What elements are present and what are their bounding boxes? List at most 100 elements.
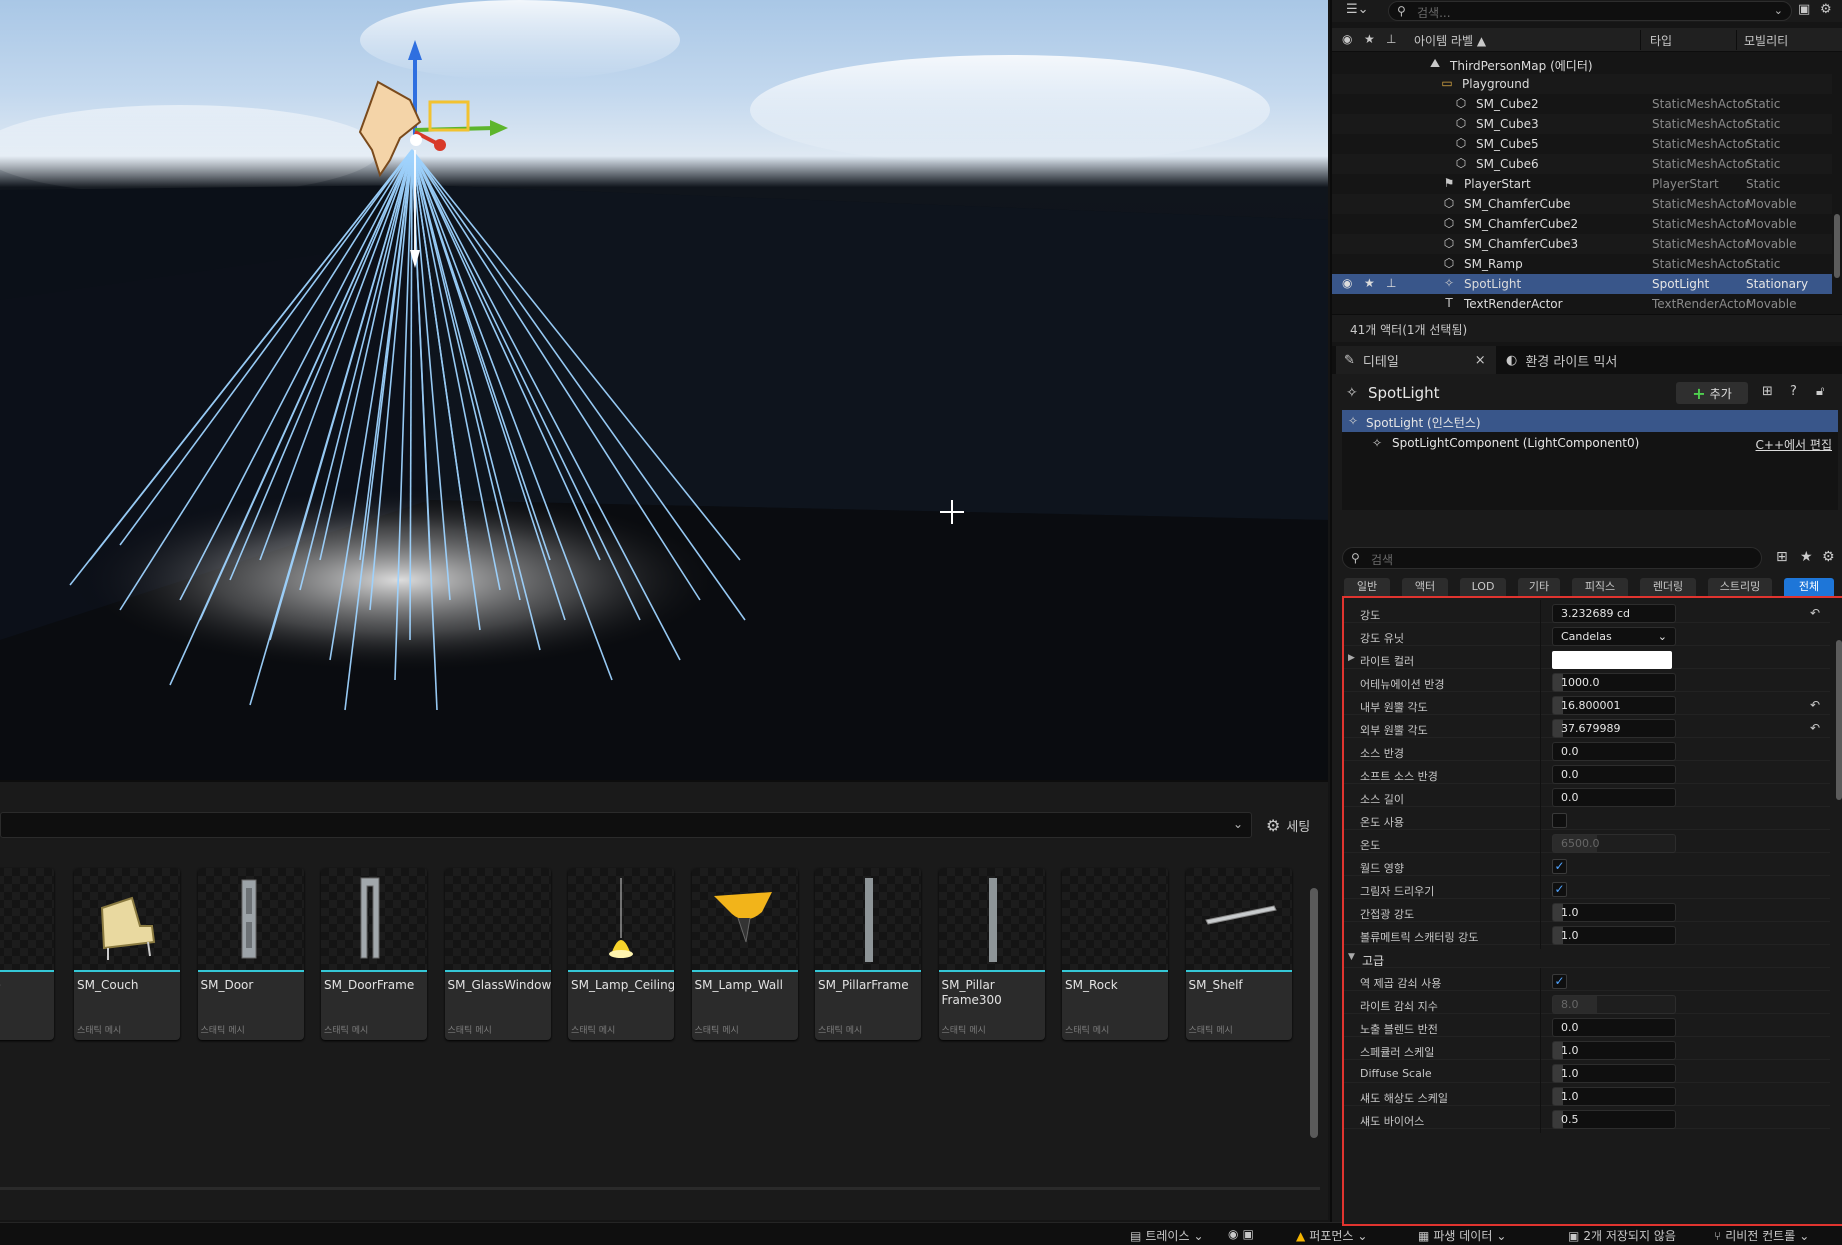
outliner-row[interactable]: ⬡ SM_ChamferCube StaticMeshActor Movable [1332,194,1832,214]
property-checkbox[interactable]: ✓ [1552,882,1567,897]
outliner-row[interactable]: ⬡ SM_Cube5 StaticMeshActor Static [1332,134,1832,154]
outliner-row[interactable]: ⬡ SM_ChamferCube3 StaticMeshActor Movabl… [1332,234,1832,254]
reset-to-default-icon[interactable]: ↶ [1810,721,1820,735]
asset-tile[interactable]: erFrame스태틱 메시 [0,868,54,1040]
derived-data-button[interactable]: ▦ 파생 데이터 ⌄ [1418,1227,1506,1244]
outliner-row[interactable]: ⬡ SM_Cube2 StaticMeshActor Static [1332,94,1832,114]
property-value-input[interactable]: 0.0 [1552,742,1676,761]
chevron-down-icon[interactable]: ⌄ [1233,817,1243,831]
outliner-row[interactable]: ⬡ SM_Cube6 StaticMeshActor Static [1332,154,1832,174]
category-tab[interactable]: 렌더링 [1640,578,1696,596]
gear-icon[interactable]: ⚙ [1820,2,1832,17]
details-search-input[interactable]: ⚲ 검색 [1342,547,1762,569]
asset-tile[interactable]: SM_Lamp_Wall 스태틱 메시 [691,868,798,1040]
property-value-input[interactable]: 3.232689 cd [1552,604,1676,623]
category-tab[interactable]: 일반 [1344,578,1390,596]
property-slider-input[interactable]: 37.679989 [1552,719,1676,738]
star-icon[interactable]: ★ [1800,549,1813,565]
category-tab[interactable]: LOD [1460,578,1506,596]
asset-tile[interactable]: SM_Door 스태틱 메시 [197,868,304,1040]
category-tab[interactable]: 기타 [1518,578,1560,596]
property-slider-input[interactable]: 1000.0 [1552,673,1676,692]
chevron-down-icon[interactable]: ⌄ [1774,4,1783,17]
close-icon[interactable]: × [1475,353,1486,368]
gizmo-x-handle[interactable] [434,139,446,151]
outliner-row[interactable]: ⬡ SM_Ramp StaticMeshActor Static [1332,254,1832,274]
folder-add-icon[interactable]: ▣ [1798,2,1810,17]
blueprint-icon[interactable]: ⊞ [1762,384,1773,399]
unsaved-button[interactable]: ▣ 2개 저장되지 않음 [1568,1227,1676,1244]
property-checkbox[interactable]: ✓ [1552,974,1567,989]
property-slider-input[interactable]: 1.0 [1552,1064,1676,1083]
mobility-column-header[interactable]: 모빌리티 [1744,32,1788,49]
edit-in-cpp-link[interactable]: C++에서 편집 [1756,436,1832,453]
asset-tile[interactable]: SM_Shelf 스태틱 메시 [1185,868,1292,1040]
outliner-search-input[interactable]: ⚲ 검색... ⌄ [1388,1,1792,21]
star-icon[interactable]: ★ [1364,276,1375,290]
outliner-row-selected[interactable]: ◉ ★ ⊥ ✧ SpotLight SpotLight Stationary [1332,274,1832,294]
table-view-icon[interactable]: ⊞ [1776,549,1788,565]
gizmo-center[interactable] [410,134,422,146]
category-tab[interactable]: 액터 [1402,578,1448,596]
property-slider-input[interactable]: 1.0 [1552,1087,1676,1106]
trace-button[interactable]: ▤ 트레이스 ⌄ [1130,1227,1204,1244]
property-slider-input[interactable]: 1.0 [1552,1041,1676,1060]
asset-tile[interactable]: SM_GlassWindow 스태틱 메시 [444,868,551,1040]
status-icons[interactable]: ◉ ▣ [1228,1227,1254,1241]
category-tab[interactable]: 피직스 [1572,578,1628,596]
reset-to-default-icon[interactable]: ↶ [1810,698,1820,712]
property-slider-input[interactable]: 1.0 [1552,926,1676,945]
gizmo-plane-handle[interactable] [428,100,470,132]
lock-icon[interactable]: 🔓︎ [1816,384,1824,399]
content-browser-settings-button[interactable]: ⚙ 세팅 [1266,812,1310,838]
performance-button[interactable]: ▲ 퍼포먼스 ⌄ [1296,1227,1367,1244]
component-row-spotlight-component[interactable]: ✧ SpotLightComponent (LightComponent0) C… [1342,432,1838,454]
property-value-input[interactable]: 0.0 [1552,765,1676,784]
category-tab[interactable]: 전체 [1784,578,1834,596]
outliner-scrollbar[interactable] [1834,214,1840,278]
pin-column-icon[interactable]: ⊥ [1386,32,1396,46]
type-column-header[interactable]: 타입 [1650,32,1672,49]
pin-icon[interactable]: ⊥ [1386,276,1396,290]
asset-tile[interactable]: SM_Lamp_Ceiling 스태틱 메시 [568,868,674,1040]
asset-tile[interactable]: SM_Couch 스태틱 메시 [74,868,180,1040]
outliner-row-map[interactable]: ⛰ ThirdPersonMap (에디터) [1332,54,1832,74]
property-value-input[interactable]: 0.0 [1552,1018,1676,1037]
add-component-button[interactable]: + 추가 [1676,382,1748,404]
asset-tile[interactable]: SM_PillarFrame 스태틱 메시 [815,868,921,1040]
property-value-input[interactable]: 0.0 [1552,788,1676,807]
content-browser-scrollbar[interactable] [1310,888,1318,1138]
outliner-row[interactable]: ⚑ PlayerStart PlayerStart Static [1332,174,1832,194]
outliner-row[interactable]: ⬡ SM_Cube3 StaticMeshActor Static [1332,114,1832,134]
properties-scrollbar[interactable] [1836,640,1842,800]
level-viewport[interactable] [0,0,1328,780]
star-column-icon[interactable]: ★ [1364,32,1375,46]
category-tab[interactable]: 스트리밍 [1708,578,1772,596]
eye-icon[interactable]: ◉ [1342,276,1352,290]
tab-details[interactable]: ✎ 디테일 × [1336,346,1496,374]
revision-control-button[interactable]: ⑂ 리비전 컨트롤 ⌄ [1714,1227,1809,1244]
outliner-row[interactable]: T TextRenderActor TextRenderActor Movabl… [1332,294,1832,310]
reset-to-default-icon[interactable]: ↶ [1810,606,1820,620]
property-slider-input[interactable]: 16.800001 [1552,696,1676,715]
component-row-instance[interactable]: ✧ SpotLight (인스턴스) [1342,410,1838,432]
outliner-row-folder[interactable]: ▭ Playground [1332,74,1832,94]
content-browser-horizontal-scrollbar[interactable] [0,1187,1320,1190]
property-slider-input[interactable]: 1.0 [1552,903,1676,922]
gear-icon[interactable]: ⚙ [1822,549,1835,565]
property-checkbox[interactable]: ✓ [1552,859,1567,874]
color-swatch[interactable] [1552,651,1672,669]
tab-env-light-mixer[interactable]: ◐ 환경 라이트 믹서 [1498,346,1698,374]
property-dropdown[interactable]: Candelas ⌄ [1552,627,1676,646]
gizmo-y-arrow[interactable] [490,120,508,136]
asset-tile[interactable]: SM_DoorFrame 스태틱 메시 [321,868,427,1040]
property-checkbox[interactable] [1552,813,1567,828]
chevron-right-icon[interactable]: ▶ [1348,653,1355,663]
filter-icon[interactable]: ☰⌄ [1346,2,1369,17]
asset-tile[interactable]: SM_Rock 스태틱 메시 [1062,868,1168,1040]
outliner-row[interactable]: ⬡ SM_ChamferCube2 StaticMeshActor Movabl… [1332,214,1832,234]
asset-tile[interactable]: SM_Pillar Frame300 스태틱 메시 [938,868,1045,1040]
visibility-column-icon[interactable]: ◉ [1342,32,1352,46]
actor-name[interactable]: SpotLight [1368,384,1440,402]
chevron-down-icon[interactable]: ▼ [1348,952,1355,962]
